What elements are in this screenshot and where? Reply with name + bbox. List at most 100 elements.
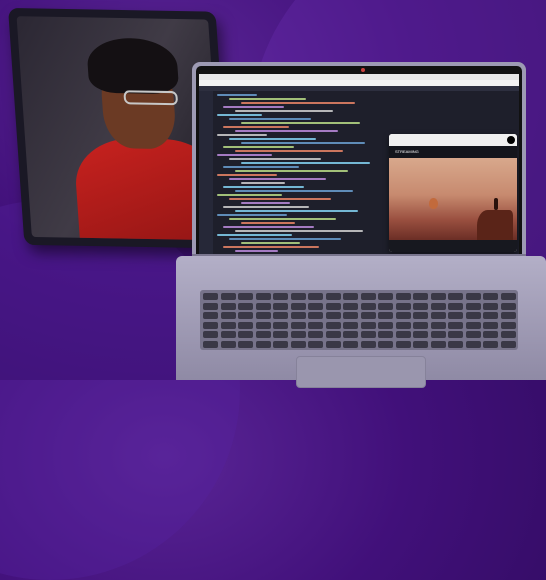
keyboard-key	[343, 340, 358, 348]
video-frame	[389, 158, 517, 252]
keyboard-key	[255, 340, 271, 348]
trackpad	[296, 356, 426, 388]
code-line	[241, 122, 360, 124]
keyboard-key	[500, 293, 516, 300]
code-line	[217, 94, 257, 96]
code-line	[229, 138, 316, 140]
keyboard-key	[273, 293, 288, 300]
keyboard-key	[448, 340, 463, 348]
keyboard-key	[378, 331, 393, 338]
keyboard-key	[290, 331, 306, 338]
code-line	[229, 238, 341, 240]
keyboard-key	[220, 302, 236, 310]
code-line	[223, 146, 294, 148]
line-number-gutter	[199, 91, 213, 257]
keyboard-key	[255, 331, 271, 338]
keyboard-key	[500, 331, 516, 338]
keyboard-key	[325, 312, 341, 319]
keyboard-key	[203, 293, 218, 300]
keyboard-key	[395, 302, 411, 310]
keyboard-key	[465, 302, 481, 310]
keyboard-key	[343, 302, 358, 310]
keyboard-key	[395, 293, 411, 300]
keyboard-key	[220, 340, 236, 348]
keyboard-key	[238, 293, 253, 300]
code-line	[241, 202, 290, 204]
keyboard-key	[430, 312, 446, 319]
keyboard-key	[290, 340, 306, 348]
webcam-icon	[361, 68, 365, 72]
code-line	[235, 130, 338, 132]
keyboard-key	[395, 321, 411, 329]
keyboard-key	[238, 302, 253, 310]
close-icon	[507, 136, 515, 144]
keyboard-key	[273, 302, 288, 310]
browser-popup-window: STREAMING	[389, 134, 517, 252]
code-line	[217, 174, 277, 176]
code-line	[217, 154, 272, 156]
keyboard-key	[465, 331, 481, 338]
keyboard-key	[255, 312, 271, 319]
keyboard-key	[203, 302, 218, 310]
keyboard-key	[378, 321, 393, 329]
code-line	[241, 162, 370, 164]
keyboard-key	[290, 302, 306, 310]
video-controls	[389, 240, 517, 252]
code-line	[241, 222, 295, 224]
keyboard-key	[448, 331, 463, 338]
code-line	[217, 134, 267, 136]
code-line	[223, 106, 284, 108]
code-line	[229, 118, 311, 120]
keyboard-key	[343, 331, 358, 338]
keyboard-key	[500, 340, 516, 348]
code-line	[235, 170, 348, 172]
keyboard-key	[308, 293, 323, 300]
keyboard-key	[308, 302, 323, 310]
code-line	[241, 142, 365, 144]
code-line	[235, 250, 278, 252]
keyboard-key	[220, 321, 236, 329]
keyboard-key	[430, 302, 446, 310]
laptop-lid: STREAMING	[192, 62, 526, 262]
keyboard-key	[343, 293, 358, 300]
keyboard-key	[290, 321, 306, 329]
keyboard-key	[360, 321, 376, 329]
keyboard-key	[500, 302, 516, 310]
code-line	[229, 98, 306, 100]
keyboard-key	[483, 312, 498, 319]
code-line	[241, 242, 300, 244]
code-editor-window: STREAMING	[199, 74, 519, 257]
keyboard-key	[308, 331, 323, 338]
keyboard-key	[413, 331, 428, 338]
code-line	[217, 234, 292, 236]
keyboard-key	[325, 321, 341, 329]
keyboard-key	[220, 312, 236, 319]
code-line	[235, 110, 333, 112]
code-line	[235, 190, 353, 192]
keyboard-key	[448, 293, 463, 300]
code-line	[217, 194, 282, 196]
keyboard-key	[430, 331, 446, 338]
code-line	[223, 166, 299, 168]
code-line	[235, 210, 358, 212]
keyboard-key	[448, 312, 463, 319]
code-line	[235, 150, 343, 152]
code-line	[223, 186, 304, 188]
keyboard-key	[290, 312, 306, 319]
keyboard-key	[308, 340, 323, 348]
keyboard-key	[430, 293, 446, 300]
figure-illustration	[494, 198, 498, 210]
keyboard-key	[465, 321, 481, 329]
keyboard-key	[290, 293, 306, 300]
keyboard-key	[273, 340, 288, 348]
keyboard-key	[220, 293, 236, 300]
code-line	[229, 198, 331, 200]
keyboard-key	[378, 293, 393, 300]
code-line	[223, 206, 309, 208]
keyboard-key	[255, 321, 271, 329]
keyboard-key	[483, 293, 498, 300]
keyboard-key	[430, 340, 446, 348]
keyboard-key	[343, 312, 358, 319]
code-line	[223, 246, 319, 248]
keyboard-key	[203, 340, 218, 348]
